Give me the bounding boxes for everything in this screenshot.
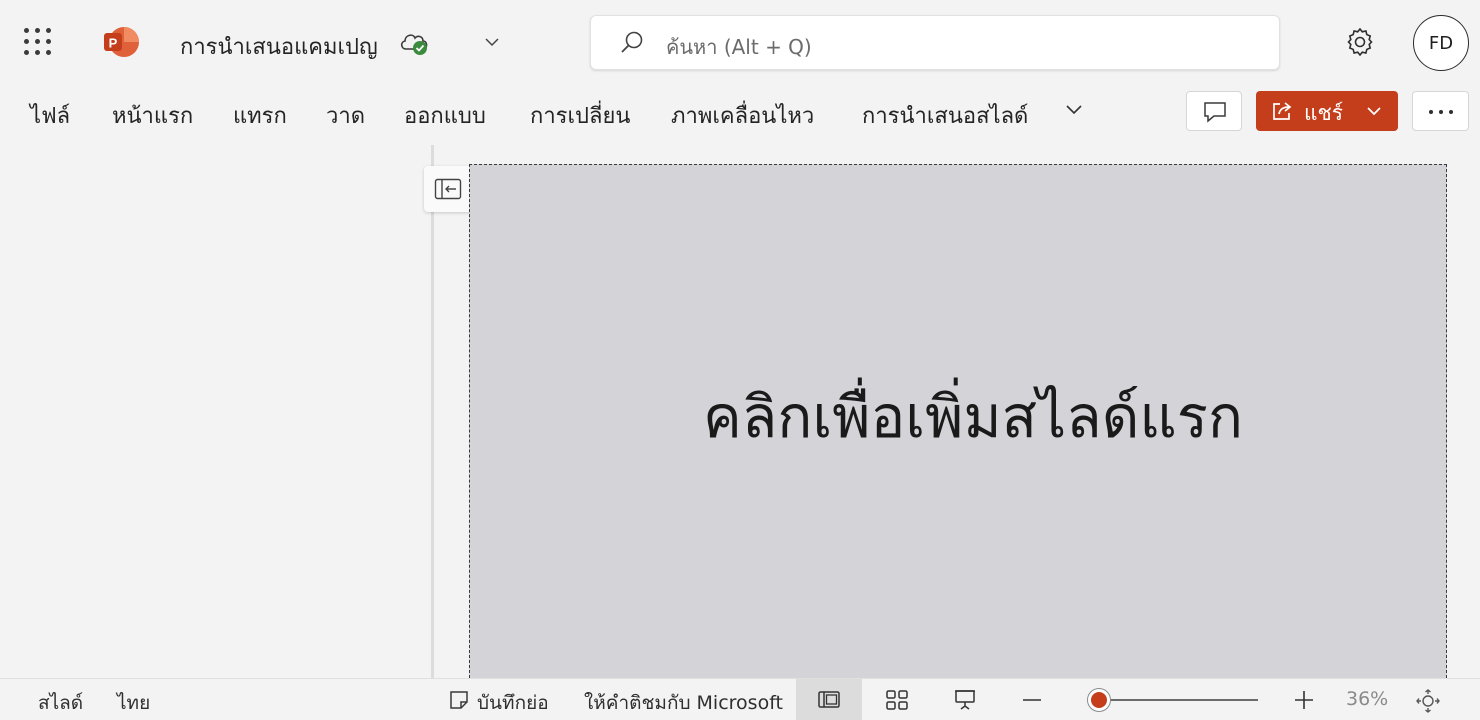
tab-transitions[interactable]: การเปลี่ยน	[530, 98, 630, 133]
slide-sorter-icon	[886, 690, 908, 710]
slide-thumbnail-pane[interactable]	[0, 140, 432, 678]
share-button[interactable]: แชร์	[1256, 91, 1398, 131]
app-launcher-icon[interactable]	[22, 26, 54, 58]
gear-icon[interactable]	[1344, 26, 1376, 58]
title-bar: P การนำเสนอแคมเปญ ค้นหา (Alt + Q) FD	[0, 0, 1480, 84]
normal-view-button[interactable]	[796, 679, 862, 720]
logo-letter: P	[109, 36, 118, 51]
normal-view-icon	[818, 691, 840, 708]
collapse-pane-icon	[434, 178, 462, 200]
tab-design[interactable]: ออกแบบ	[404, 98, 486, 133]
status-bar: สไลด์ ไทย บันทึกย่อ ให้คำติชมกับ Microso…	[0, 678, 1480, 720]
comments-button[interactable]	[1186, 91, 1242, 131]
slide-indicator: สไลด์	[38, 692, 84, 714]
collapse-pane-button[interactable]	[424, 166, 473, 212]
zoom-slider-thumb[interactable]	[1088, 689, 1110, 711]
powerpoint-window: P การนำเสนอแคมเปญ ค้นหา (Alt + Q) FD ไฟล…	[0, 0, 1480, 720]
tab-home[interactable]: หน้าแรก	[112, 98, 193, 133]
slide-sorter-button[interactable]	[864, 679, 930, 720]
zoom-slider-track[interactable]	[1092, 699, 1258, 701]
notes-button[interactable]: บันทึกย่อ	[477, 688, 549, 718]
chevron-down-icon[interactable]	[1364, 102, 1384, 120]
language-indicator[interactable]: ไทย	[117, 688, 150, 718]
avatar[interactable]: FD	[1413, 15, 1469, 71]
search-icon	[621, 31, 643, 53]
zoom-out-icon[interactable]	[1020, 689, 1044, 711]
tab-file[interactable]: ไฟล์	[30, 98, 70, 133]
tab-slideshow[interactable]: การนำเสนอสไลด์	[862, 98, 1028, 133]
share-label: แชร์	[1304, 101, 1344, 125]
cloud-saved-icon[interactable]	[398, 28, 432, 58]
zoom-in-icon[interactable]	[1292, 688, 1316, 712]
slide-canvas[interactable]: คลิกเพื่อเพิ่มสไลด์แรก	[469, 164, 1447, 678]
search-box[interactable]: ค้นหา (Alt + Q)	[590, 15, 1280, 70]
fit-to-window-icon[interactable]	[1415, 688, 1441, 714]
zoom-level[interactable]: 36%	[1346, 688, 1388, 710]
document-title[interactable]: การนำเสนอแคมเปญ	[180, 29, 378, 64]
more-icon	[1429, 110, 1453, 114]
more-options-button[interactable]	[1412, 91, 1469, 131]
reading-view-button[interactable]	[932, 679, 998, 720]
powerpoint-logo-icon[interactable]: P	[102, 26, 140, 58]
share-icon	[1273, 102, 1292, 120]
tab-animations[interactable]: ภาพเคลื่อนไหว	[671, 98, 814, 133]
add-first-slide-prompt[interactable]: คลิกเพื่อเพิ่มสไลด์แรก	[470, 370, 1446, 463]
pane-divider[interactable]	[431, 145, 434, 678]
feedback-button[interactable]: ให้คำติชมกับ Microsoft	[584, 688, 783, 718]
notes-icon[interactable]	[448, 689, 470, 711]
reading-view-icon	[955, 690, 975, 710]
comment-icon	[1204, 102, 1226, 123]
ribbon-overflow-chevron-icon[interactable]	[1062, 98, 1086, 122]
ribbon-tabs: ไฟล์ หน้าแรก แทรก วาด ออกแบบ การเปลี่ยน …	[0, 84, 1480, 140]
chevron-down-icon[interactable]	[482, 32, 502, 52]
tab-draw[interactable]: วาด	[326, 98, 365, 133]
tab-insert[interactable]: แทรก	[233, 98, 287, 133]
search-placeholder: ค้นหา (Alt + Q)	[666, 35, 812, 59]
